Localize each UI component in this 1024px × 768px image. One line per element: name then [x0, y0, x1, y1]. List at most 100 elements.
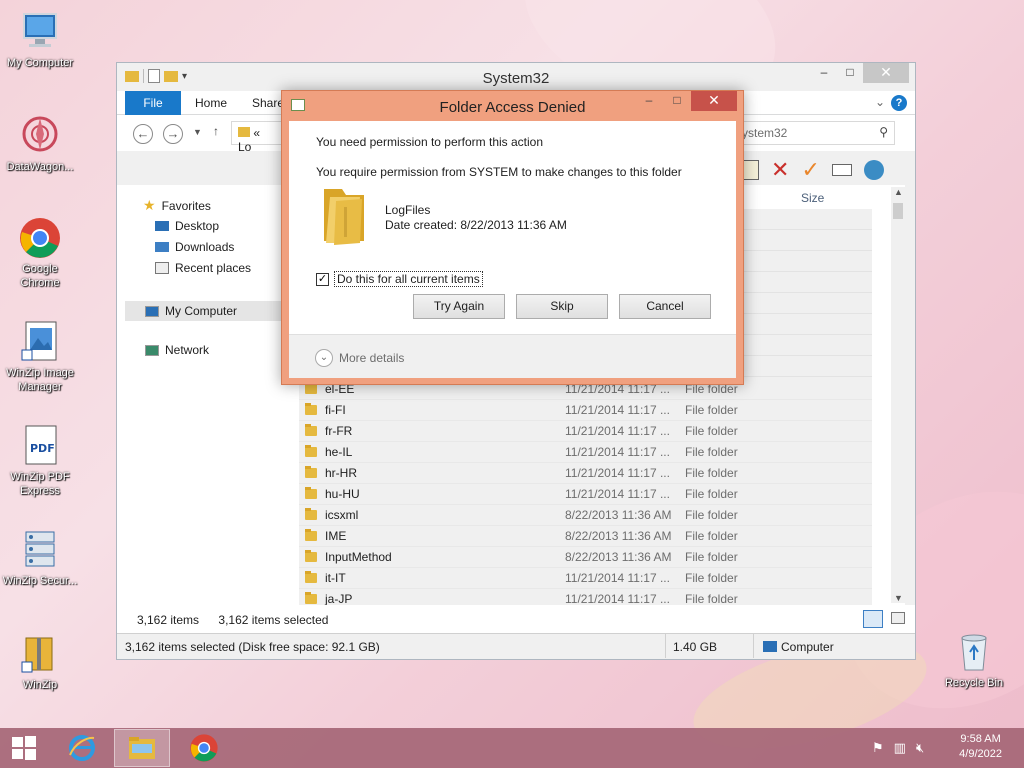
folder-icon [305, 571, 317, 583]
table-row[interactable]: fi-FI 11/21/2014 11:17 ... File folder [299, 400, 872, 421]
winzip-image-icon [18, 320, 62, 364]
close-button[interactable]: ✕ [691, 91, 737, 111]
delete-icon[interactable]: ✕ [771, 157, 789, 183]
table-row[interactable]: he-IL 11/21/2014 11:17 ... File folder [299, 442, 872, 463]
properties-globe-icon[interactable] [863, 160, 884, 180]
minimize-button[interactable]: – [635, 91, 663, 111]
check-icon[interactable]: ✓ [801, 157, 819, 183]
taskbar-internet-explorer[interactable] [54, 729, 110, 767]
winzip-pdf-icon: PDF [18, 424, 62, 468]
close-button[interactable]: ✕ [863, 63, 909, 83]
search-icon: ⚲ [879, 125, 888, 139]
nav-my-computer[interactable]: My Computer [125, 301, 293, 321]
navigation-pane: ★ Favorites Desktop Downloads Recent pla… [117, 185, 293, 605]
desktop-icon-winzip-pdf-express[interactable]: PDF WinZip PDF Express [2, 424, 78, 498]
nav-network[interactable]: Network [145, 343, 209, 357]
search-input[interactable]: ystem32 ⚲ [735, 121, 895, 145]
desktop-icon-winzip[interactable]: WinZip [2, 632, 78, 692]
divider [665, 634, 666, 658]
explorer-titlebar: ▾ System32 – □ ✕ [117, 63, 915, 91]
cancel-button[interactable]: Cancel [619, 294, 711, 319]
more-details-toggle[interactable]: ⌄ More details [315, 349, 404, 367]
try-again-button[interactable]: Try Again [413, 294, 505, 319]
tab-home[interactable]: Home [195, 91, 227, 115]
desktop-icon [155, 221, 169, 231]
folder-icon [238, 127, 250, 137]
computer-icon [145, 305, 159, 317]
desktop-icon-my-computer[interactable]: My Computer [2, 10, 78, 70]
desktop-icon-google-chrome[interactable]: Google Chrome [2, 216, 78, 290]
dialog-titlebar: Folder Access Denied – □ ✕ [282, 91, 743, 121]
status-bar: 3,162 items 3,162 items selected [117, 605, 915, 633]
table-row[interactable]: hr-HR 11/21/2014 11:17 ... File folder [299, 463, 872, 484]
status-location: Computer [781, 640, 834, 654]
file-explorer-icon [129, 737, 155, 759]
table-row[interactable]: icsxml 8/22/2013 11:36 AM File folder [299, 505, 872, 526]
address-input[interactable]: « Lo [231, 121, 283, 154]
details-status-bar: 3,162 items selected (Disk free space: 9… [117, 633, 915, 659]
details-view-icon[interactable] [863, 610, 883, 628]
nav-recent-places[interactable]: Recent places [155, 261, 251, 275]
folder-icon [305, 487, 317, 499]
folder-icon [305, 445, 317, 457]
desktop-icon-winzip-image-manager[interactable]: WinZip Image Manager [2, 320, 78, 394]
taskbar-google-chrome[interactable] [176, 729, 232, 767]
network-tray-icon[interactable]: ▥ [894, 740, 906, 756]
status-items: 3,162 items [137, 613, 200, 627]
expand-ribbon-icon[interactable]: ⌄ [875, 95, 885, 109]
apply-to-all-checkbox[interactable]: ✓ Do this for all current items [316, 271, 483, 287]
action-center-flag-icon[interactable]: ⚑ [872, 740, 884, 756]
table-row[interactable]: InputMethod 8/22/2013 11:36 AM File fold… [299, 547, 872, 568]
recycle-bin-icon [952, 630, 996, 674]
desktop-icon-winzip-secure[interactable]: WinZip Secur... [2, 528, 78, 588]
desktop-icon-recycle-bin[interactable]: Recycle Bin [936, 630, 1012, 690]
scroll-down-icon[interactable]: ▼ [894, 593, 903, 603]
folder-icon [305, 466, 317, 478]
nav-desktop[interactable]: Desktop [155, 219, 219, 233]
nav-downloads[interactable]: Downloads [155, 240, 234, 254]
up-button[interactable]: ↑ [213, 124, 219, 138]
help-icon[interactable]: ? [891, 95, 907, 111]
dialog-message-2: You require permission from SYSTEM to ma… [316, 165, 682, 179]
skip-button[interactable]: Skip [516, 294, 608, 319]
scrollbar-thumb[interactable] [893, 203, 903, 219]
winzip-secure-icon [18, 528, 62, 572]
tab-file[interactable]: File [125, 91, 181, 115]
volume-muted-icon[interactable]: 🔇︎ [916, 740, 924, 756]
dialog-message-1: You need permission to perform this acti… [316, 135, 544, 149]
dialog-footer: ⌄ More details [289, 334, 736, 378]
large-icons-view-icon[interactable] [891, 612, 905, 624]
large-folder-icon [320, 183, 368, 247]
tab-share[interactable]: Share [252, 91, 284, 115]
folder-icon [305, 592, 317, 604]
desktop-icon-datawagon[interactable]: DataWagon... [2, 114, 78, 174]
nav-favorites[interactable]: ★ Favorites [143, 197, 211, 214]
explorer-title: System32 [482, 70, 550, 87]
taskbar: ⚑ ▥ 🔇︎ 9:58 AM 4/9/2022 [0, 728, 1024, 768]
taskbar-file-explorer[interactable] [114, 729, 170, 767]
back-button[interactable]: ← [133, 124, 153, 144]
system-tray: ⚑ ▥ 🔇︎ [872, 740, 924, 756]
maximize-button[interactable]: □ [837, 63, 863, 83]
scroll-up-icon[interactable]: ▲ [894, 187, 903, 197]
table-row[interactable]: fr-FR 11/21/2014 11:17 ... File folder [299, 421, 872, 442]
table-row[interactable]: IME 8/22/2013 11:36 AM File folder [299, 526, 872, 547]
vertical-scrollbar[interactable]: ▲ ▼ [891, 187, 905, 603]
checkbox-checked-icon[interactable]: ✓ [316, 272, 329, 286]
table-row[interactable]: hu-HU 11/21/2014 11:17 ... File folder [299, 484, 872, 505]
recent-locations-icon[interactable]: ▼ [193, 127, 202, 137]
minimize-button[interactable]: – [811, 63, 837, 83]
chrome-icon [190, 734, 218, 762]
table-row[interactable]: it-IT 11/21/2014 11:17 ... File folder [299, 568, 872, 589]
clock[interactable]: 9:58 AM 4/9/2022 [959, 732, 1002, 762]
star-icon: ★ [143, 197, 156, 213]
column-size[interactable]: Size [801, 191, 824, 205]
recent-places-icon [155, 262, 169, 274]
maximize-button[interactable]: □ [663, 91, 691, 111]
start-button[interactable] [0, 729, 48, 767]
forward-button[interactable]: → [163, 124, 183, 144]
dialog-window-controls: – □ ✕ [635, 91, 737, 111]
rename-icon[interactable] [831, 164, 852, 176]
folder-icon [305, 403, 317, 415]
computer-icon [763, 641, 777, 652]
